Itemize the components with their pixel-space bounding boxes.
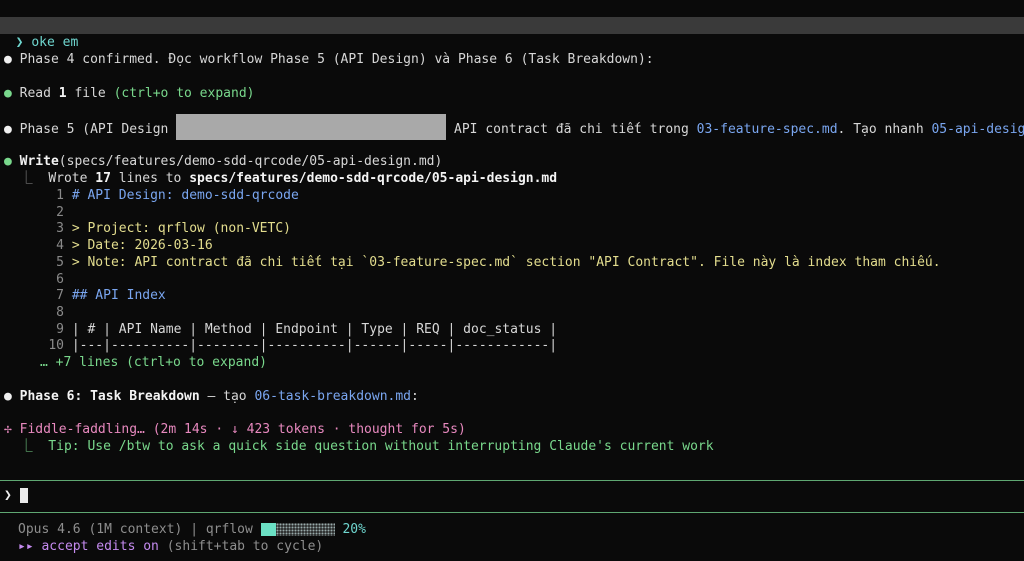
phase5-text: API contract đã chi tiết trong — [446, 122, 697, 137]
input-bottom-rule — [0, 512, 1024, 513]
read-word: file — [66, 86, 114, 101]
more-lines-hint[interactable]: … +7 lines (ctrl+o to expand) — [40, 354, 267, 371]
line-content: > Note: API contract đã chi tiết tại `03… — [71, 254, 941, 270]
line-content: > Date: 2026-03-16 — [71, 238, 213, 254]
tool-args: (specs/features/demo-sdd-qrcode/05-api-d… — [58, 154, 443, 169]
line-number: 9 — [56, 321, 64, 337]
input-chevron-icon: ❯ — [4, 488, 12, 503]
status-footer: Opus 4.6 (1M context) | qrflow 20% — [18, 521, 366, 538]
file-line: 3 > Project: qrflow (non-VETC) — [0, 220, 291, 237]
line-content: | # | API Name | Method | Endpoint | Typ… — [71, 321, 558, 337]
mode-line[interactable]: ▸▸ accept edits on (shift+tab to cycle) — [18, 538, 323, 555]
write-result: ⎿ Wrote 17 lines to specs/features/demo-… — [4, 170, 557, 187]
prompt-chevron-icon: ❯ — [15, 35, 24, 50]
spinner-icon: ✢ — [4, 422, 12, 437]
status-text: Fiddle-faddling… (2m 14s · ↓ 423 tokens … — [19, 422, 466, 437]
wrote-mid: lines to — [110, 171, 190, 186]
line-count: 17 — [95, 171, 111, 186]
line-content: ## API Index — [71, 288, 166, 304]
bullet-icon: ● — [4, 122, 12, 137]
tool-write: ● Write(specs/features/demo-sdd-qrcode/0… — [4, 153, 442, 170]
line-number: 2 — [56, 204, 64, 220]
file-line: 5 > Note: API contract đã chi tiết tại `… — [0, 254, 941, 271]
line-number: 6 — [56, 271, 64, 287]
message-phase6: ● Phase 6: Task Breakdown — tạo 06-task-… — [4, 388, 419, 405]
bullet-icon: ● — [4, 389, 12, 404]
bullet-icon: ● — [4, 86, 12, 101]
read-label: Read — [19, 86, 59, 101]
progress-remaining — [275, 523, 335, 536]
line-number: 3 — [56, 221, 64, 237]
tip-line: ⎿ Tip: Use /btw to ask a quick side ques… — [4, 438, 714, 455]
bullet-icon: ● — [4, 154, 12, 169]
tool-read: ● Read 1 file (ctrl+o to expand) — [4, 85, 254, 102]
text-cursor[interactable] — [19, 488, 28, 503]
mode-icon: ▸▸ — [18, 539, 34, 554]
file-line: 8 — [0, 304, 72, 321]
file-line: 4 > Date: 2026-03-16 — [0, 237, 213, 254]
file-link-feature-spec[interactable]: 03-feature-spec.md — [697, 122, 838, 137]
input-top-rule — [0, 480, 1024, 481]
file-link-api-design[interactable]: 05-api-design.md — [931, 122, 1024, 137]
previous-prompt-text: oke em — [31, 35, 79, 50]
file-line: 6 — [0, 271, 72, 288]
line-number: 10 — [48, 338, 64, 354]
read-count: 1 — [58, 86, 67, 101]
tool-name: Write — [19, 154, 59, 169]
project-label: qrflow — [205, 522, 261, 537]
phase6-text: — tạo — [199, 389, 255, 404]
message-text: Phase 4 confirmed. Đọc workflow Phase 5 … — [19, 52, 654, 67]
previous-prompt: ❯ oke em — [0, 17, 1024, 50]
line-number: 1 — [56, 188, 64, 203]
mode-label[interactable]: accept edits on — [34, 539, 167, 554]
phase6-title: Phase 6: Task Breakdown — [19, 389, 200, 404]
file-line: 9 | # | API Name | Method | Endpoint | T… — [0, 321, 557, 338]
line-content: > Project: qrflow (non-VETC) — [71, 221, 291, 237]
message-phase5: ● Phase 5 (API Design API contract đã ch… — [4, 114, 1024, 140]
line-number: 5 — [56, 254, 64, 270]
file-line: 1 # API Design: demo-sdd-qrcode — [0, 187, 299, 204]
tip-text: ⎿ Tip: Use /btw to ask a quick side ques… — [4, 439, 714, 454]
more-lines-text[interactable]: … +7 lines (ctrl+o to expand) — [40, 355, 267, 370]
file-line: 10 |---|----------|--------|----------|-… — [0, 337, 557, 354]
mode-hint: (shift+tab to cycle) — [166, 539, 324, 554]
progress-fill — [260, 523, 276, 536]
footer-separator: | — [182, 522, 206, 537]
expand-hint[interactable]: (ctrl+o to expand) — [114, 86, 255, 101]
phase5-text-2: . Tạo nhanh — [837, 122, 932, 137]
redacted-block — [176, 114, 447, 140]
written-path: specs/features/demo-sdd-qrcode/05-api-de… — [189, 171, 558, 186]
bullet-icon: ● — [4, 52, 12, 67]
line-number: 7 — [56, 288, 64, 304]
prompt-input[interactable]: ❯ — [4, 487, 28, 504]
file-link-task-breakdown[interactable]: 06-task-breakdown.md — [254, 389, 411, 404]
context-percent: 20% — [342, 522, 366, 537]
message-phase4: ● Phase 4 confirmed. Đọc workflow Phase … — [4, 51, 654, 68]
line-content: # API Design: demo-sdd-qrcode — [71, 188, 299, 203]
file-line: 7 ## API Index — [0, 287, 166, 304]
line-number: 4 — [56, 238, 64, 254]
status-line: ✢ Fiddle-faddling… (2m 14s · ↓ 423 token… — [4, 421, 466, 438]
file-line: 2 — [0, 204, 72, 221]
phase5-prefix: Phase 5 (API Design — [19, 122, 169, 137]
wrote-label: Wrote — [48, 171, 96, 186]
context-progress — [260, 522, 335, 537]
model-label: Opus 4.6 (1M context) — [18, 522, 183, 537]
line-content: |---|----------|--------|----------|----… — [71, 338, 558, 354]
line-number: 8 — [56, 304, 64, 320]
phase6-colon: : — [411, 389, 419, 404]
branch-icon: ⎿ — [4, 171, 49, 186]
